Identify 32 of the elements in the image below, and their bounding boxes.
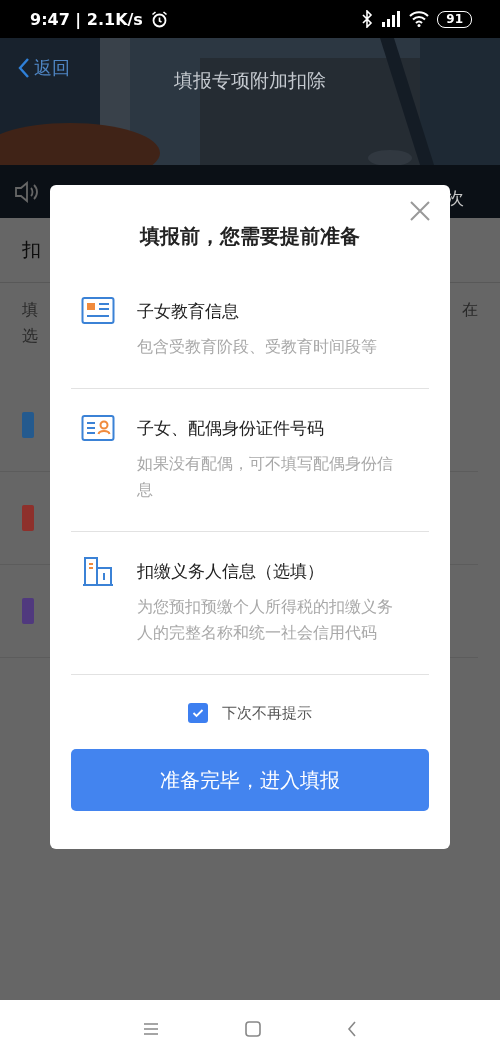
item-title: 子女、配偶身份证件号码 [137, 417, 325, 440]
status-text: 9:47 | 2.1K/s [30, 9, 143, 29]
item-description: 为您预扣预缴个人所得税的扣缴义务人的完整名称和统一社会信用代码 [137, 596, 394, 644]
speaker-icon [14, 180, 40, 203]
battery-indicator: 91 [437, 10, 472, 28]
chevron-left-icon [18, 57, 30, 79]
id-card-icon [81, 413, 115, 443]
page-title: 填报专项附加扣除 [173, 68, 327, 93]
checkbox[interactable] [188, 703, 208, 723]
certificate-icon [81, 296, 115, 326]
item-description: 如果没有配偶，可不填写配偶身份信息 [137, 453, 394, 501]
section-title: 扣 [22, 237, 41, 262]
item-title: 子女教育信息 [137, 300, 240, 323]
bluetooth-icon [361, 10, 374, 28]
dialog-title: 填报前，您需要提前准备 [138, 223, 361, 250]
item-description: 包含受教育阶段、受教育时间段等 [137, 336, 378, 358]
alarm-icon [150, 10, 168, 28]
checkbox-label: 下次不再提示 [222, 703, 312, 723]
signal-icon [381, 10, 402, 28]
close-button[interactable] [408, 199, 432, 223]
intro-text: 填 [22, 299, 38, 321]
intro-text: 选 [22, 325, 38, 347]
intro-text: 在 [462, 299, 478, 321]
checkmark-icon [192, 708, 204, 718]
back-button[interactable]: 返回 [18, 56, 70, 80]
building-icon [81, 556, 115, 586]
home-icon[interactable] [245, 1020, 261, 1037]
wifi-icon [409, 11, 430, 27]
confirm-button[interactable]: 准备完毕，进入填报 [71, 749, 429, 811]
item-title: 扣缴义务人信息（选填） [137, 560, 325, 583]
menu-icon[interactable] [143, 1021, 159, 1036]
back-icon[interactable] [347, 1020, 357, 1037]
